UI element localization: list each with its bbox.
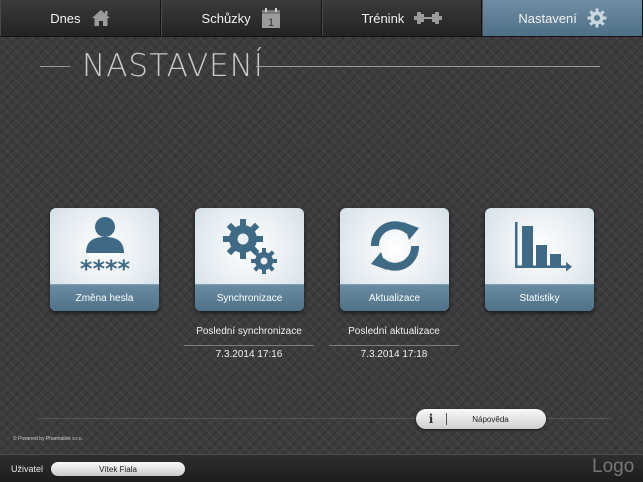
last-sync-value: 7.3.2014 17:16 (184, 345, 314, 360)
powered-by: © Powered by Pharmalink s.r.o. (13, 436, 84, 442)
calendar-day: 1 (268, 17, 274, 29)
home-icon (91, 10, 110, 26)
title-divider-right (256, 66, 600, 67)
tab-label: Nastavení (518, 10, 577, 26)
last-update-caption: Poslední aktualizace (348, 326, 440, 337)
tile-label: Aktualizace (340, 284, 449, 311)
last-update-info: Poslední aktualizace 7.3.2014 17:18 (329, 326, 459, 360)
title-divider-left (40, 66, 70, 67)
user-label: Uživatel (11, 464, 44, 474)
tab-label: Schůzky (201, 10, 251, 26)
page-title: NASTAVENÍ (82, 48, 264, 84)
last-sync-caption: Poslední synchronizace (196, 326, 302, 337)
gear-icon (587, 8, 607, 28)
tab-schuzky[interactable]: Schůzky 1 (160, 0, 322, 36)
calendar-icon: 1 (261, 7, 280, 29)
tab-dnes[interactable]: Dnes (0, 0, 161, 36)
help-button[interactable]: i Nápověda (416, 409, 546, 429)
refresh-icon (370, 221, 419, 271)
last-sync-info: Poslední synchronizace 7.3.2014 17:16 (184, 326, 314, 360)
logo: Logo (592, 456, 635, 477)
dumbbell-icon (414, 12, 443, 24)
tab-trenink[interactable]: Trénink (321, 0, 483, 36)
user-password-icon: **** (79, 217, 130, 279)
tile-label: Statistiky (485, 284, 594, 311)
password-mask: **** (79, 255, 130, 279)
page-title-row: NASTAVENÍ (40, 46, 600, 86)
change-password-tile[interactable]: **** Změna hesla (50, 208, 159, 311)
tile-label: Synchronizace (195, 284, 304, 311)
help-label: Nápověda (472, 414, 509, 424)
gears-icon (222, 219, 277, 274)
tab-label: Trénink (361, 10, 405, 26)
info-icon: i (428, 412, 434, 426)
tab-label: Dnes (50, 10, 81, 26)
statistics-tile[interactable]: Statistiky (485, 208, 594, 311)
last-update-value: 7.3.2014 17:18 (329, 345, 459, 360)
update-tile[interactable]: Aktualizace (340, 208, 449, 311)
tab-nastaveni[interactable]: Nastavení (482, 0, 643, 36)
bar-chart-icon (514, 222, 572, 272)
footer-bar: Uživatel Vítek Fiala Logo (0, 454, 643, 482)
top-navigation: Dnes Schůzky 1 Trénink Nastavení (0, 0, 643, 37)
user-name-field[interactable]: Vítek Fiala (51, 462, 185, 476)
synchronization-tile[interactable]: Synchronizace (195, 208, 304, 311)
tile-label: Změna hesla (50, 284, 159, 311)
